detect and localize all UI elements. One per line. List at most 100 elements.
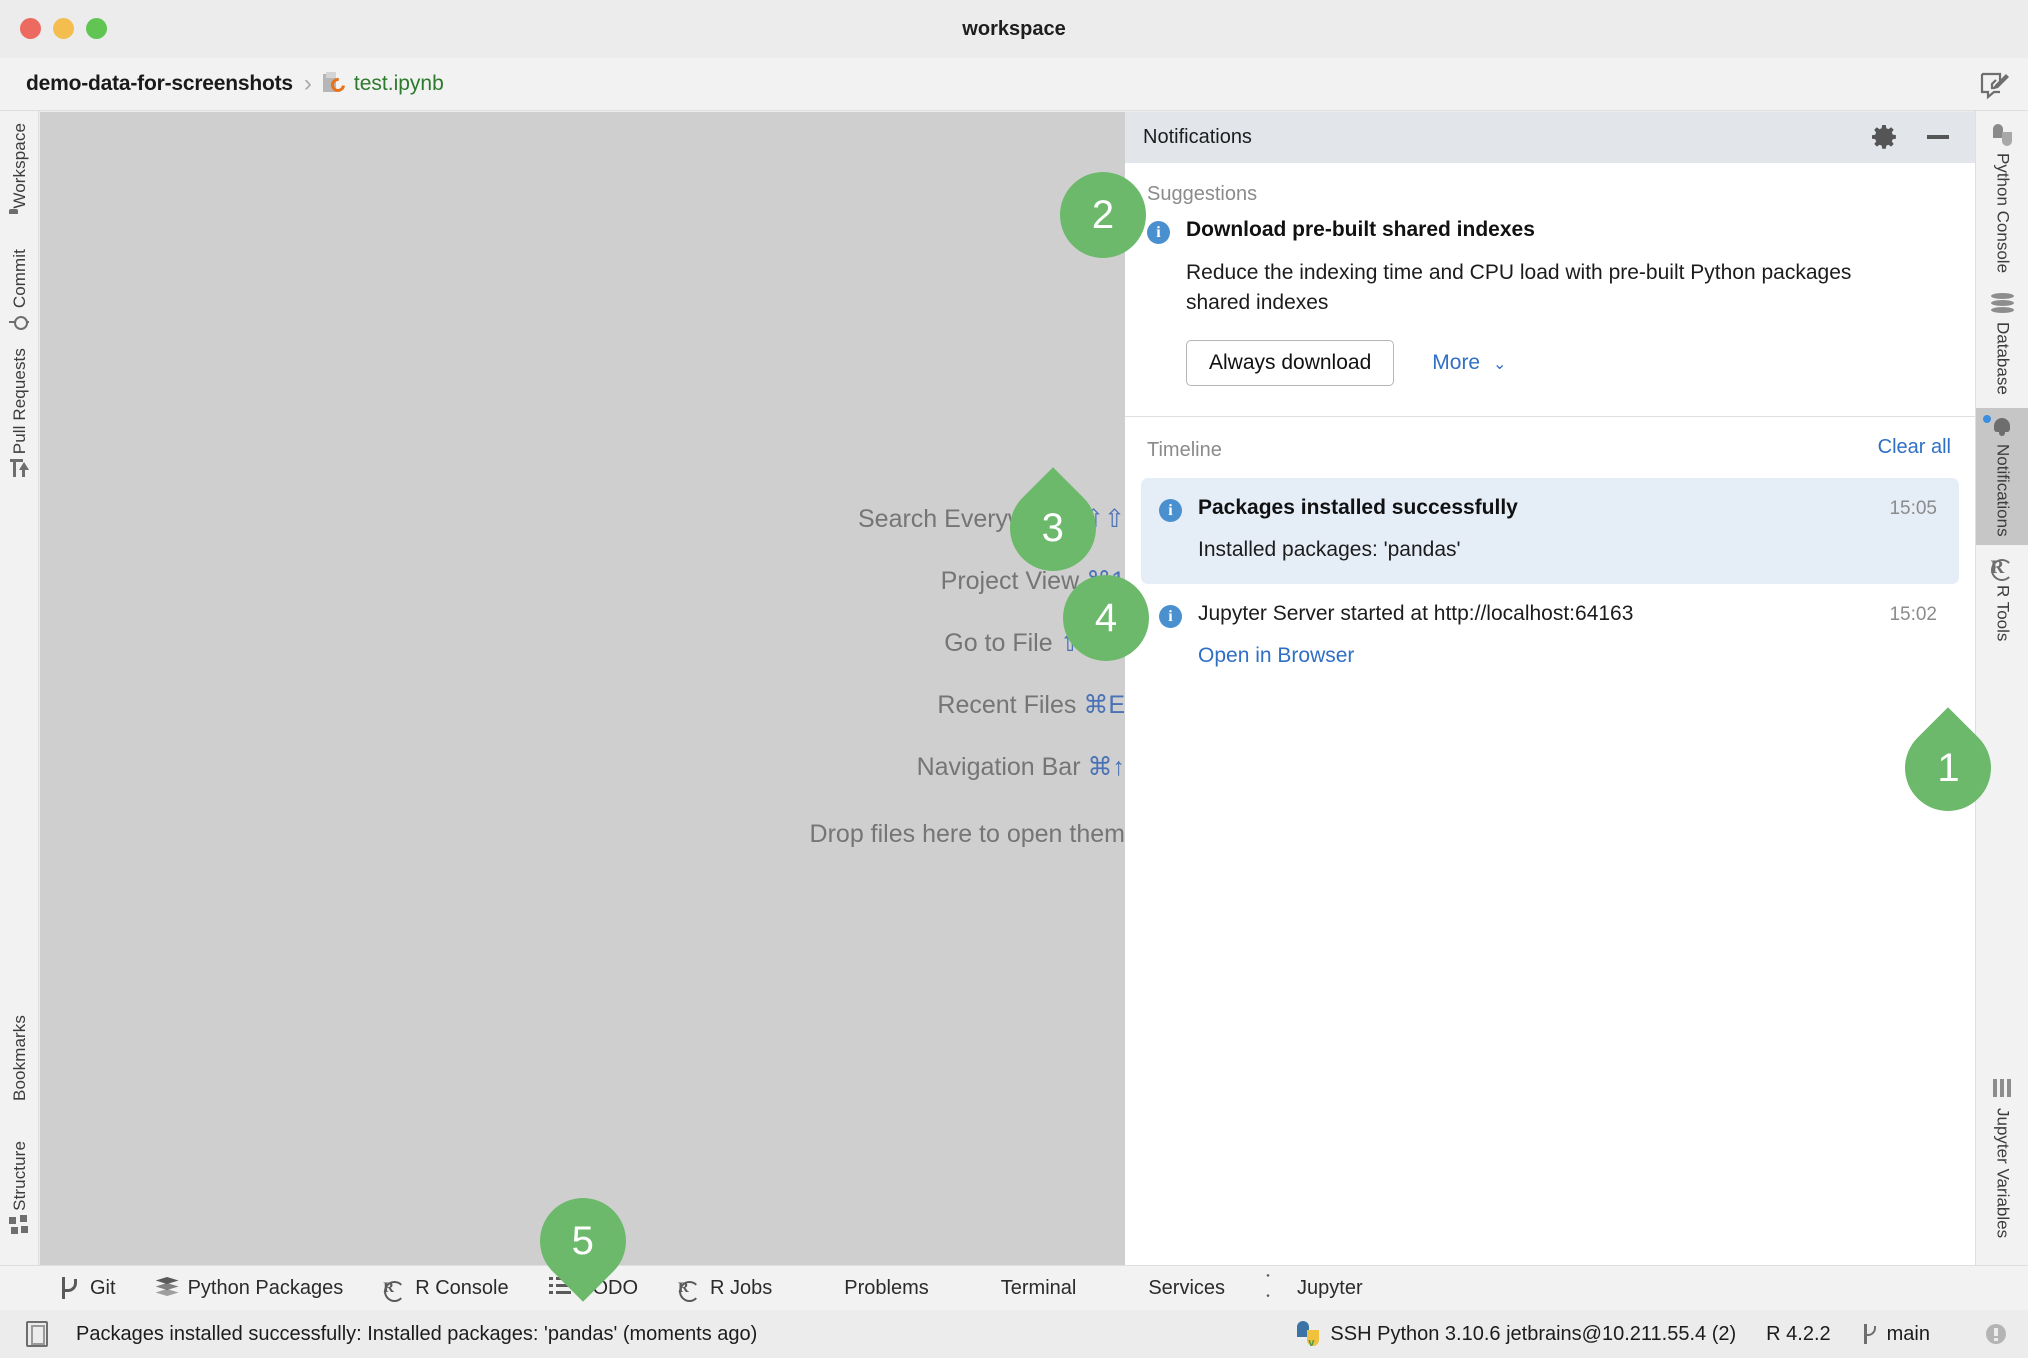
sidebar-item-bookmarks[interactable]: Bookmarks xyxy=(0,1009,39,1129)
sidebar-item-python-console-label: Python Console xyxy=(1993,153,2013,274)
hint-label: Project View xyxy=(940,567,1080,595)
jupyter-icon xyxy=(1265,1274,1287,1299)
sidebar-item-workspace-label: Workspace xyxy=(9,123,29,209)
sidebar-item-jupyter-variables[interactable]: Jupyter Variables xyxy=(1976,1072,2028,1247)
hint-drop-files: Drop files here to open them xyxy=(809,820,1125,848)
hint-label: Navigation Bar xyxy=(916,753,1081,781)
left-tool-stripe: Workspace Commit Pull Requests Bookmarks… xyxy=(0,111,39,1289)
open-in-browser-link[interactable]: Open in Browser xyxy=(1198,644,1937,668)
sidebar-item-bookmarks-label: Bookmarks xyxy=(9,1015,29,1102)
r-icon: R xyxy=(1990,557,2005,579)
callout-marker-1-number: 1 xyxy=(1936,745,1960,790)
gear-icon[interactable] xyxy=(1871,124,1897,150)
tool-button-terminal-label: Terminal xyxy=(1000,1276,1077,1299)
hint-recent-files: Recent Files ⌘E xyxy=(937,690,1125,720)
problems-icon xyxy=(812,1277,834,1299)
sidebar-item-commit[interactable]: Commit xyxy=(0,243,39,336)
status-message[interactable]: Packages installed successfully: Install… xyxy=(76,1323,757,1346)
sidebar-item-jupyter-variables-label: Jupyter Variables xyxy=(1993,1107,2013,1238)
suggestion-notification: i Download pre-built shared indexes Redu… xyxy=(1125,218,1975,386)
more-link-label: More xyxy=(1432,350,1481,374)
breadcrumb-separator-icon: › xyxy=(303,70,312,97)
database-icon xyxy=(1990,293,2015,317)
hint-navigation-bar: Navigation Bar ⌘↑ xyxy=(917,752,1125,782)
callout-marker-4-number: 4 xyxy=(1094,595,1118,640)
python-ssh-icon: v xyxy=(1295,1320,1322,1349)
always-download-button[interactable]: Always download xyxy=(1186,339,1395,386)
git-branch-icon xyxy=(1861,1324,1877,1344)
layers-icon xyxy=(155,1277,179,1299)
tool-button-services[interactable]: Services xyxy=(1116,1277,1225,1300)
chevron-down-icon: ⌄ xyxy=(1492,355,1507,373)
bookmark-icon xyxy=(9,1105,31,1127)
status-bar: Packages installed successfully: Install… xyxy=(0,1310,2028,1358)
sidebar-item-structure-label: Structure xyxy=(9,1141,29,1211)
tool-button-r-jobs[interactable]: R R Jobs xyxy=(678,1277,772,1300)
interpreter-widget[interactable]: SSH Python 3.10.6 jetbrains@10.211.55.4 … xyxy=(1330,1323,1736,1346)
tool-button-r-console[interactable]: R R Console xyxy=(383,1277,508,1300)
python-icon xyxy=(1991,124,2015,148)
tool-button-services-label: Services xyxy=(1148,1276,1226,1299)
sidebar-item-commit-label: Commit xyxy=(9,248,29,308)
sidebar-item-database[interactable]: Database xyxy=(1976,286,2028,404)
window-title: workspace xyxy=(962,17,1066,40)
structure-icon xyxy=(8,1215,31,1237)
notifications-header: Notifications xyxy=(1125,112,1975,163)
timeline-section-label: Timeline xyxy=(1147,438,1222,461)
hint-shortcut: ⌘↑ xyxy=(1087,753,1126,781)
tool-button-problems[interactable]: Problems xyxy=(812,1277,928,1300)
more-link[interactable]: More ⌄ xyxy=(1432,351,1506,375)
editor-shortcut-hints: Search Everywhere ⇧⇧ Project View ⌘1 Go … xyxy=(40,504,1125,849)
tool-button-jupyter-label: Jupyter xyxy=(1297,1276,1363,1299)
r-icon: R xyxy=(678,1280,689,1296)
sidebar-item-notifications-label: Notifications xyxy=(1993,443,2013,537)
tool-button-git[interactable]: Git xyxy=(58,1277,116,1300)
breadcrumb-file[interactable]: test.ipynb xyxy=(322,72,444,96)
title-bar: workspace xyxy=(0,0,2028,58)
notifications-title: Notifications xyxy=(1143,125,1252,148)
ide-window: workspace demo-data-for-screenshots › te… xyxy=(0,0,2028,1358)
sidebar-item-pull-requests[interactable]: Pull Requests xyxy=(0,342,39,482)
event-log-icon[interactable] xyxy=(26,1321,48,1347)
branch-widget[interactable]: main xyxy=(1887,1323,1930,1346)
sidebar-item-notifications[interactable]: Notifications xyxy=(1976,407,2028,546)
sidebar-item-r-tools-label: R Tools xyxy=(1993,585,2013,642)
timeline-item-time: 15:05 xyxy=(1889,497,1937,519)
r-version-widget[interactable]: R 4.2.2 xyxy=(1766,1323,1830,1346)
callout-marker-3-number: 3 xyxy=(1041,505,1065,550)
editor-empty-area[interactable]: Search Everywhere ⇧⇧ Project View ⌘1 Go … xyxy=(40,112,1125,1265)
git-branch-icon xyxy=(58,1277,80,1299)
sidebar-item-structure[interactable]: Structure xyxy=(0,1135,39,1239)
suggestion-title-row: i Download pre-built shared indexes xyxy=(1147,218,1949,244)
info-icon: i xyxy=(1147,221,1170,244)
problems-icon[interactable] xyxy=(1986,1324,2006,1344)
tool-button-jupyter[interactable]: Jupyter xyxy=(1265,1274,1363,1300)
timeline-item-jupyter-server[interactable]: i Jupyter Server started at http://local… xyxy=(1141,584,1959,690)
timeline-section-header: Timeline Clear all xyxy=(1125,417,1975,478)
suggestion-body: Reduce the indexing time and CPU load wi… xyxy=(1186,261,1852,314)
tool-button-git-label: Git xyxy=(90,1276,116,1299)
pull-request-icon xyxy=(9,458,31,480)
info-icon: i xyxy=(1159,604,1182,628)
sidebar-item-r-tools[interactable]: R R Tools xyxy=(1976,549,2028,650)
callout-marker-4: 4 xyxy=(1063,575,1149,661)
timeline-item-packages-installed[interactable]: i Packages installed successfully 15:05 … xyxy=(1141,477,1959,584)
hint-label: Recent Files xyxy=(937,691,1077,719)
clear-all-button[interactable]: Clear all xyxy=(1878,436,1951,459)
suggestion-actions: Always download More ⌄ xyxy=(1186,339,1949,386)
folder-icon xyxy=(9,213,31,235)
right-tool-stripe: Python Console Database Notifications R … xyxy=(1975,111,2028,1289)
breadcrumb-project[interactable]: demo-data-for-screenshots xyxy=(26,72,293,96)
tool-button-terminal[interactable]: Terminal xyxy=(969,1277,1077,1300)
status-bar-right: v SSH Python 3.10.6 jetbrains@10.211.55.… xyxy=(1295,1320,2028,1349)
feedback-edit-icon[interactable] xyxy=(1980,72,2010,100)
sidebar-item-workspace[interactable]: Workspace xyxy=(0,117,39,237)
minimize-icon[interactable] xyxy=(1927,135,1949,139)
services-play-icon xyxy=(1116,1277,1138,1299)
hint-label: Go to File xyxy=(944,629,1053,657)
navigation-bar: demo-data-for-screenshots › test.ipynb xyxy=(0,58,2028,111)
sidebar-item-python-console[interactable]: Python Console xyxy=(1976,117,2028,282)
commit-icon xyxy=(9,312,31,334)
tool-button-python-packages[interactable]: Python Packages xyxy=(155,1277,343,1300)
suggestion-title: Download pre-built shared indexes xyxy=(1186,218,1535,241)
